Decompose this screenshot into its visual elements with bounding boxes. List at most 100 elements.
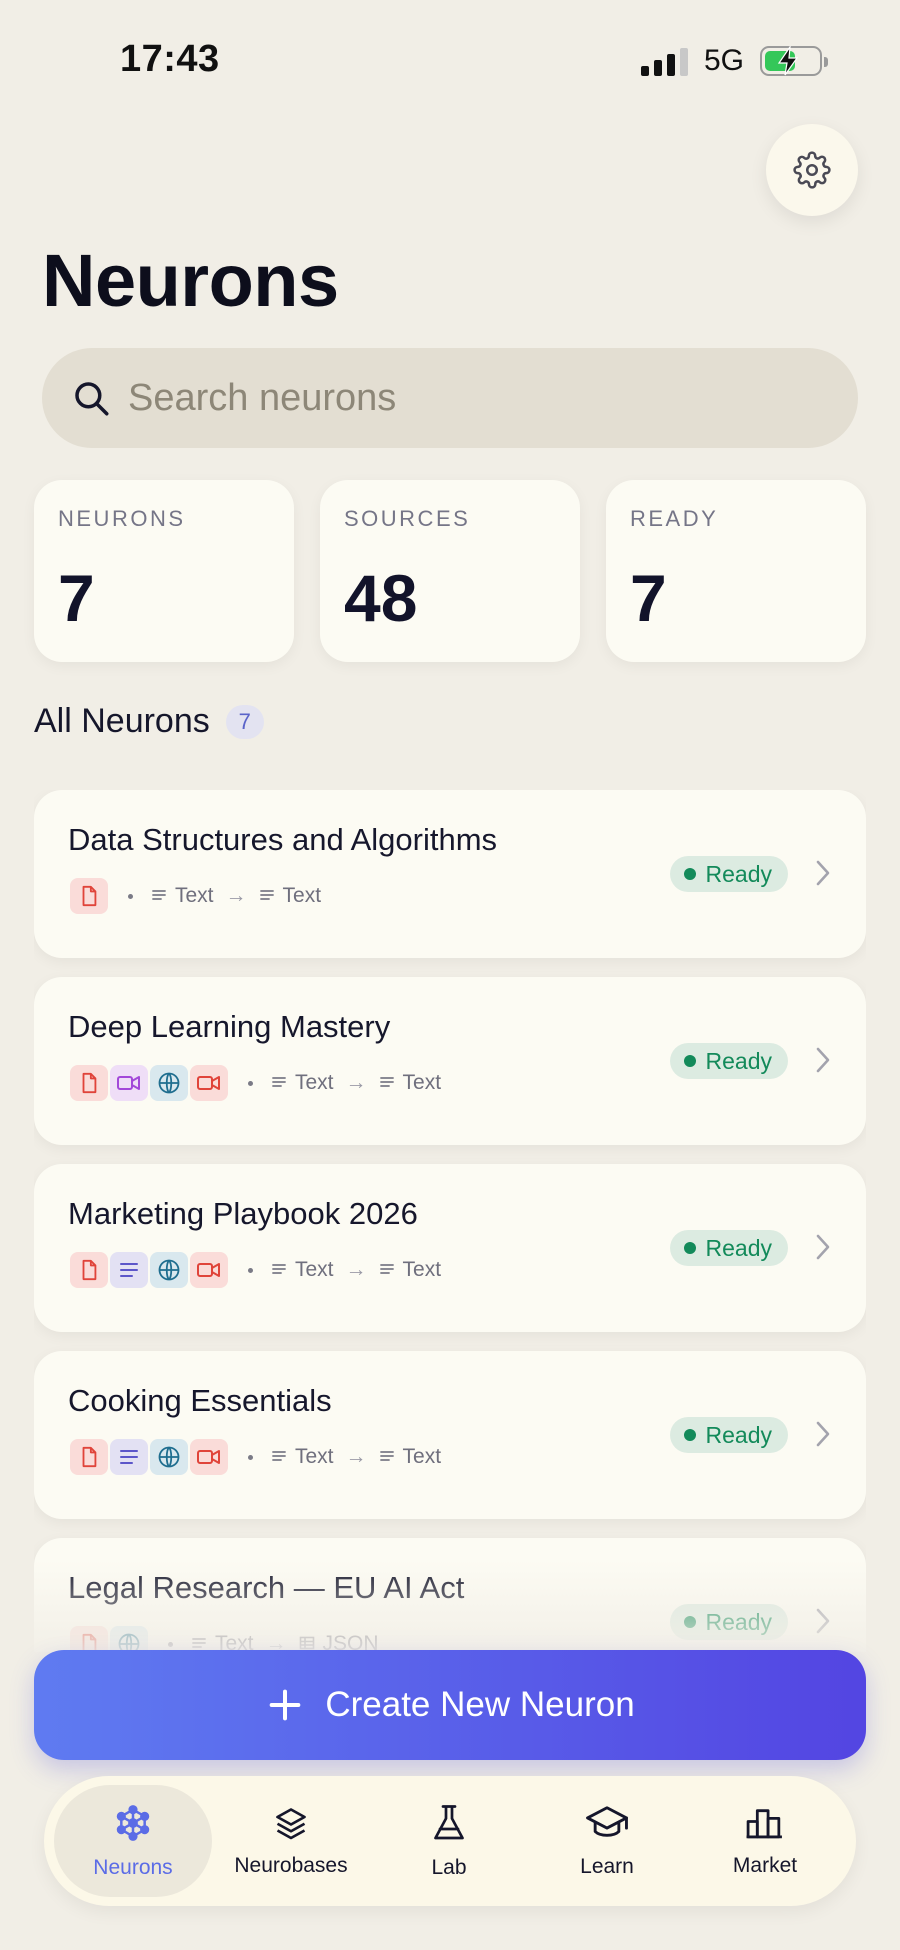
neuron-card[interactable]: Deep Learning Mastery Text → Text Ready <box>34 977 866 1145</box>
separator-dot <box>248 1454 253 1460</box>
status-badge: Ready <box>669 1043 788 1079</box>
status-bar: 17:43 5G <box>0 0 900 120</box>
status-badge: Ready <box>669 1230 788 1266</box>
output-type: Text <box>402 1258 442 1281</box>
stat-label: SOURCES <box>344 506 471 531</box>
neuron-name: Data Structures and Algorithms <box>68 822 498 857</box>
create-button-label: Create New Neuron <box>325 1685 635 1724</box>
chevron-right-icon <box>814 858 832 893</box>
pdf-icon <box>70 878 108 914</box>
neuron-name: Marketing Playbook 2026 <box>68 1196 418 1231</box>
arrow-right-icon: → <box>345 1445 367 1468</box>
neuron-meta: Text → Text <box>70 878 321 914</box>
create-neuron-button[interactable]: Create New Neuron <box>34 1650 866 1760</box>
globe-icon <box>150 1065 188 1101</box>
network-type: 5G <box>703 44 744 77</box>
status-text: Ready <box>705 860 772 887</box>
neuron-card[interactable]: Cooking Essentials Text → Text Ready <box>34 1351 866 1519</box>
neuron-card[interactable]: Legal Research — EU AI Act Text → JSON R… <box>34 1538 866 1652</box>
tab-label: Lab <box>431 1855 467 1879</box>
io-flow: Text → Text <box>271 1258 441 1282</box>
chevron-right-icon <box>814 1419 832 1454</box>
pdf-icon <box>70 1626 108 1652</box>
status-dot <box>683 868 696 880</box>
tab-bar: Neurons Neurobases Lab Learn Market <box>44 1776 856 1906</box>
chevron-right-icon <box>814 1606 832 1641</box>
input-type: Text <box>215 1632 254 1652</box>
source-icons <box>70 1439 228 1475</box>
settings-button[interactable] <box>766 124 858 216</box>
status-badge: Ready <box>669 856 788 892</box>
stat-card-sources: SOURCES 48 <box>320 480 580 662</box>
stat-label: NEURONS <box>58 506 186 531</box>
globe-icon <box>150 1439 188 1475</box>
tab-neurobases[interactable]: Neurobases <box>212 1785 370 1897</box>
status-indicators: 5G <box>640 44 828 78</box>
input-type: Text <box>295 1071 334 1094</box>
stat-value: 48 <box>344 561 418 635</box>
neuron-name: Deep Learning Mastery <box>68 1009 391 1044</box>
search-bar[interactable] <box>42 348 858 448</box>
arrow-right-icon: → <box>265 1632 287 1652</box>
input-type: Text <box>295 1258 334 1281</box>
stat-label: READY <box>630 506 719 531</box>
lines-icon <box>271 1071 287 1095</box>
tab-neurons[interactable]: Neurons <box>54 1785 212 1897</box>
section-header: All Neurons 7 <box>34 702 264 741</box>
neuron-card[interactable]: Data Structures and Algorithms Text → Te… <box>34 790 866 958</box>
io-flow: Text → Text <box>271 1445 441 1469</box>
stats-row: NEURONS 7 SOURCES 48 READY 7 <box>34 480 866 662</box>
lines-icon <box>259 884 275 908</box>
tab-learn[interactable]: Learn <box>528 1785 686 1897</box>
output-type: Text <box>402 1071 442 1094</box>
chevron-right-icon <box>814 1232 832 1267</box>
lines-icon <box>191 1632 207 1652</box>
separator-dot <box>248 1080 253 1086</box>
pdf-icon <box>70 1252 108 1288</box>
bar-chart-icon <box>745 1805 785 1846</box>
neuron-list: Data Structures and Algorithms Text → Te… <box>34 790 866 1652</box>
globe-icon <box>150 1252 188 1288</box>
status-badge: Ready <box>669 1417 788 1453</box>
status-dot <box>683 1429 696 1441</box>
gear-icon <box>793 151 831 189</box>
battery-icon <box>760 46 828 76</box>
tab-label: Neurobases <box>234 1853 348 1877</box>
status-text: Ready <box>705 1234 772 1261</box>
graduation-cap-icon <box>585 1804 629 1847</box>
search-input[interactable] <box>128 376 808 420</box>
count-badge: 7 <box>225 704 264 739</box>
output-type: Text <box>282 884 322 907</box>
section-title: All Neurons <box>34 702 210 740</box>
page-title: Neurons <box>42 239 339 322</box>
recording-icon <box>190 1065 228 1101</box>
arrow-right-icon: → <box>225 884 247 907</box>
table-icon <box>299 1632 315 1652</box>
lines-icon <box>151 884 167 908</box>
signal-icon <box>640 46 688 76</box>
pdf-icon <box>70 1439 108 1475</box>
neuron-meta: Text → Text <box>70 1065 441 1101</box>
status-text: Ready <box>705 1047 772 1074</box>
neuron-meta: Text → Text <box>70 1252 441 1288</box>
status-text: Ready <box>705 1421 772 1448</box>
neuron-name: Cooking Essentials <box>68 1383 332 1418</box>
source-icons <box>70 1252 228 1288</box>
status-badge: Ready <box>669 1604 788 1640</box>
pdf-icon <box>70 1065 108 1101</box>
neuron-card[interactable]: Marketing Playbook 2026 Text → Text Read… <box>34 1164 866 1332</box>
stat-card-ready: READY 7 <box>606 480 866 662</box>
status-time: 17:43 <box>120 38 220 80</box>
io-flow: Text → JSON <box>191 1632 379 1652</box>
tab-label: Market <box>732 1853 798 1877</box>
status-dot <box>683 1616 696 1628</box>
lines-icon <box>379 1258 395 1282</box>
tab-lab[interactable]: Lab <box>370 1785 528 1897</box>
text-icon <box>110 1439 148 1475</box>
tab-market[interactable]: Market <box>686 1785 844 1897</box>
neuron-name: Legal Research — EU AI Act <box>68 1570 465 1605</box>
tab-label: Learn <box>580 1854 634 1878</box>
separator-dot <box>168 1641 173 1647</box>
chevron-right-icon <box>814 1045 832 1080</box>
source-icons <box>70 1065 228 1101</box>
